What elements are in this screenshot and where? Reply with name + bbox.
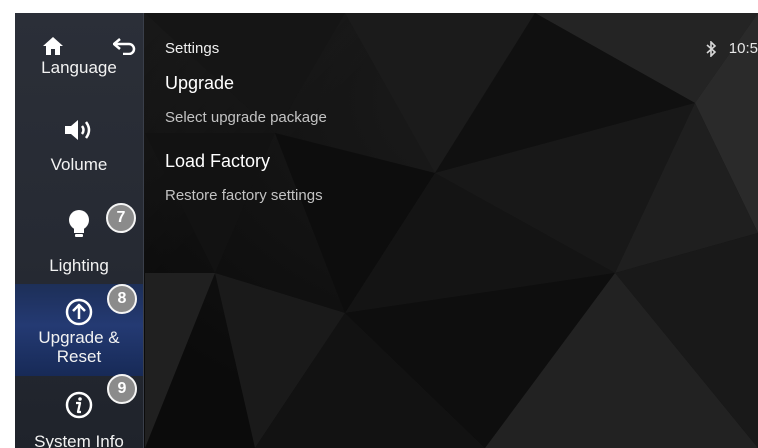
status-bar: 10:5 bbox=[705, 40, 758, 58]
sidebar-item-system-info[interactable]: System Info 9 bbox=[15, 374, 143, 448]
option-title: Upgrade bbox=[165, 73, 235, 93]
sidebar-item-label: Upgrade & bbox=[38, 328, 120, 347]
screen: Language Volume Lighting 7 Upgrade & Res… bbox=[15, 13, 758, 448]
bluetooth-icon bbox=[706, 41, 716, 58]
callout-badge: 7 bbox=[106, 203, 136, 233]
callout-badge: 9 bbox=[107, 374, 137, 404]
sidebar-topbar bbox=[15, 13, 143, 56]
sidebar-item-upgrade-reset[interactable]: Upgrade & Reset 8 bbox=[15, 284, 143, 376]
sidebar-item-label: Language bbox=[41, 58, 117, 77]
option-subtitle: Restore factory settings bbox=[165, 187, 323, 204]
sidebar-item-language[interactable]: Language bbox=[15, 58, 143, 88]
sidebar-item-volume[interactable]: Volume bbox=[15, 109, 143, 179]
option-subtitle: Select upgrade package bbox=[165, 109, 327, 126]
clock: 10:5 bbox=[728, 40, 758, 57]
bulb-icon bbox=[69, 210, 89, 237]
sidebar: Language Volume Lighting 7 Upgrade & Res… bbox=[15, 13, 144, 448]
home-icon[interactable] bbox=[42, 36, 64, 56]
page-title: Settings bbox=[165, 40, 220, 57]
upload-arrow-icon bbox=[65, 298, 93, 326]
callout-badge: 8 bbox=[107, 284, 137, 314]
sidebar-item-label: Lighting bbox=[49, 256, 109, 275]
option-title: Load Factory bbox=[165, 151, 271, 171]
back-icon[interactable] bbox=[113, 37, 137, 55]
info-icon bbox=[65, 391, 93, 419]
speaker-icon bbox=[65, 120, 91, 140]
sidebar-item-label: System Info bbox=[34, 432, 124, 448]
sidebar-item-label-line2: Reset bbox=[56, 347, 102, 366]
sidebar-item-label: Volume bbox=[50, 155, 108, 174]
sidebar-item-lighting[interactable]: Lighting 7 bbox=[15, 196, 143, 282]
